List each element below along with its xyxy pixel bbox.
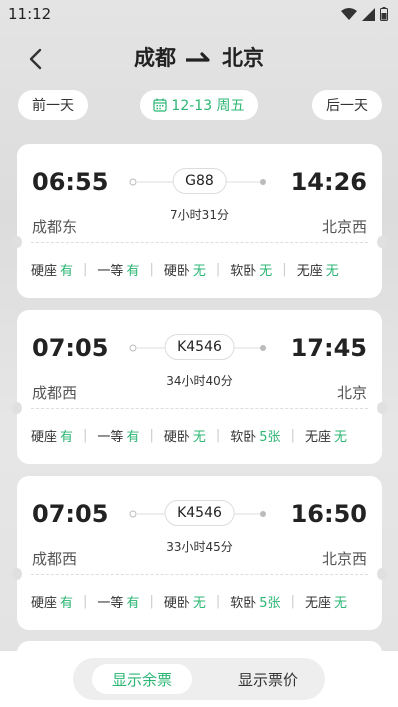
seat-availability: 硬座有 | 一等有 | 硬卧无 | 软卧无 | 无座无: [31, 262, 339, 279]
departure-time: 07:05: [32, 334, 109, 362]
arrival-time: 16:50: [290, 500, 367, 528]
date-nav: 前一天 12-13 周五 后一天: [0, 90, 398, 122]
seat-type: 无座无: [304, 430, 347, 445]
seat-availability: 硬座有 | 一等有 | 硬卧无 | 软卧 5张 | 无座无: [31, 594, 347, 611]
seat-type: 软卧 5张: [230, 596, 281, 611]
route-title: 成都 北京: [0, 42, 398, 72]
departure-station: 成都西: [32, 384, 78, 402]
seat-type: 硬卧无: [163, 596, 206, 611]
departure-station: 成都东: [32, 218, 78, 236]
show-ticket-price-tab[interactable]: 显示票价: [218, 664, 318, 694]
divider: [31, 574, 368, 575]
prev-day-button[interactable]: 前一天: [18, 90, 88, 120]
next-day-button[interactable]: 后一天: [312, 90, 382, 120]
seat-type: 软卧 5张: [230, 430, 281, 445]
seat-type: 硬座有: [31, 430, 74, 445]
train-number: K4546: [164, 334, 235, 360]
seat-type: 硬卧无: [163, 264, 206, 279]
divider: [31, 408, 368, 409]
battery-icon: [380, 7, 388, 21]
display-mode-toggle: 显示余票 显示票价: [73, 658, 325, 700]
signal-icon: [362, 7, 375, 21]
bottom-bar: 显示余票 显示票价: [0, 651, 398, 707]
destination-city: 北京: [222, 46, 264, 70]
status-time: 11:12: [8, 5, 52, 23]
seat-type: 一等有: [97, 430, 140, 445]
arrival-station: 北京西: [321, 550, 367, 568]
train-number: K4546: [164, 500, 235, 526]
origin-city: 成都: [134, 46, 176, 70]
seat-type: 软卧无: [230, 264, 273, 279]
show-remaining-tickets-tab[interactable]: 显示余票: [92, 664, 192, 694]
arrival-time: 14:26: [290, 168, 367, 196]
train-card[interactable]: 06:55 14:26 G88 7小时31分 成都东 北京西 硬座有 | 一等有 |…: [12, 144, 387, 298]
seat-type: 一等有: [97, 264, 140, 279]
seat-type: 无座无: [296, 264, 339, 279]
route-arrow-icon: [186, 51, 212, 63]
calendar-icon: [153, 98, 168, 112]
departure-time: 06:55: [32, 168, 109, 196]
header: 成都 北京: [0, 36, 398, 80]
seat-type: 硬座有: [31, 264, 74, 279]
arrival-time: 17:45: [290, 334, 367, 362]
departure-station: 成都西: [32, 550, 78, 568]
train-number: G88: [172, 168, 227, 194]
train-card[interactable]: 07:05 17:45 K4546 34小时40分 成都西 北京 硬座有 | 一等…: [12, 310, 387, 464]
wifi-icon: [341, 7, 357, 20]
seat-type: 硬座有: [31, 596, 74, 611]
current-date: 12-13 周五: [171, 98, 245, 114]
divider: [31, 242, 368, 243]
status-bar: 11:12: [0, 0, 398, 28]
date-picker-button[interactable]: 12-13 周五: [140, 90, 258, 120]
arrival-station: 北京西: [321, 218, 367, 236]
seat-type: 硬卧无: [163, 430, 206, 445]
seat-availability: 硬座有 | 一等有 | 硬卧无 | 软卧 5张 | 无座无: [31, 428, 347, 445]
status-icons: [341, 7, 388, 21]
seat-type: 一等有: [97, 596, 140, 611]
departure-time: 07:05: [32, 500, 109, 528]
train-card[interactable]: 07:05 16:50 K4546 33小时45分 成都西 北京西 硬座有 | 一…: [12, 476, 387, 630]
seat-type: 无座无: [304, 596, 347, 611]
arrival-station: 北京: [336, 384, 367, 402]
